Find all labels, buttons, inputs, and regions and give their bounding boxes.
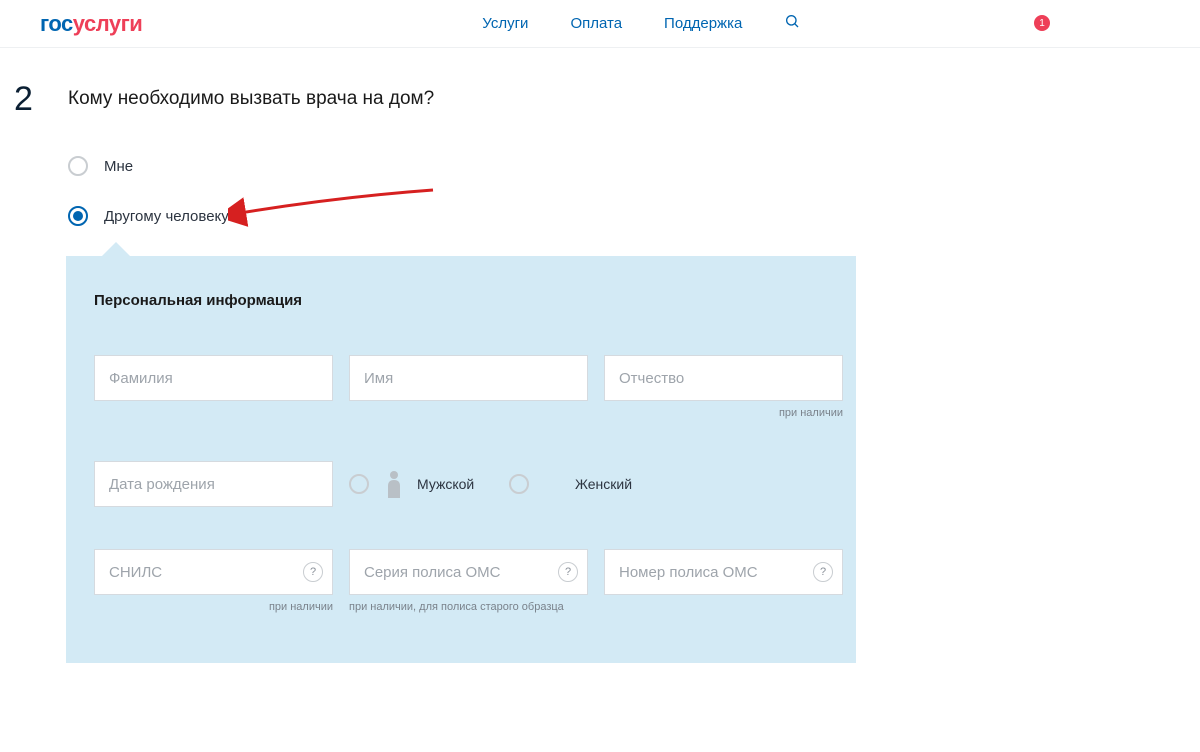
logo-part-2: услуги: [73, 11, 143, 36]
search-icon[interactable]: [784, 13, 800, 34]
logo-part-1: гос: [40, 11, 73, 36]
person-icon: [385, 470, 403, 498]
nav-support[interactable]: Поддержка: [664, 3, 742, 44]
nav-payment[interactable]: Оплата: [570, 3, 622, 44]
help-icon[interactable]: ?: [813, 562, 833, 582]
target-person-radios: Мне Другому человеку: [68, 156, 1200, 226]
row-dob-gender: Мужской Женский: [94, 461, 828, 507]
step-header: 2 Кому необходимо вызвать врача на дом?: [0, 48, 1200, 116]
patronymic-note: при наличии: [604, 407, 843, 419]
step-number: 2: [14, 82, 68, 116]
notification-badge[interactable]: 1: [1034, 15, 1050, 31]
oms-series-note: при наличии, для полиса старого образца: [349, 601, 588, 613]
radio-label: Другому человеку: [104, 208, 229, 225]
badge-count: 1: [1039, 18, 1045, 29]
radio-label: Мне: [104, 158, 133, 175]
site-header: госуслуги Услуги Оплата Поддержка 1: [0, 0, 1200, 48]
gender-female-label: Женский: [575, 476, 655, 492]
panel-heading: Персональная информация: [94, 292, 828, 309]
help-icon[interactable]: ?: [303, 562, 323, 582]
snils-note: при наличии: [94, 601, 333, 613]
gender-male-radio[interactable]: [349, 474, 369, 494]
lastname-field[interactable]: [94, 355, 333, 401]
oms-series-field[interactable]: [349, 549, 588, 595]
row-fio: при наличии: [94, 355, 828, 419]
gender-female-radio[interactable]: [509, 474, 529, 494]
row-docs: ? при наличии ? при наличии, для полиса …: [94, 549, 828, 613]
radio-option-other[interactable]: Другому человеку: [68, 206, 1200, 226]
personal-info-panel: Персональная информация при наличии: [66, 256, 856, 663]
snils-field[interactable]: [94, 549, 333, 595]
firstname-field[interactable]: [349, 355, 588, 401]
main-nav: Услуги Оплата Поддержка: [482, 3, 800, 44]
step-title: Кому необходимо вызвать врача на дом?: [68, 88, 434, 110]
oms-number-field[interactable]: [604, 549, 843, 595]
radio-option-me[interactable]: Мне: [68, 156, 1200, 176]
gender-male-label: Мужской: [417, 476, 497, 492]
radio-icon: [68, 156, 88, 176]
birthdate-field[interactable]: [94, 461, 333, 507]
patronymic-field[interactable]: [604, 355, 843, 401]
logo[interactable]: госуслуги: [40, 11, 142, 37]
nav-services[interactable]: Услуги: [482, 3, 528, 44]
help-icon[interactable]: ?: [558, 562, 578, 582]
radio-icon: [68, 206, 88, 226]
